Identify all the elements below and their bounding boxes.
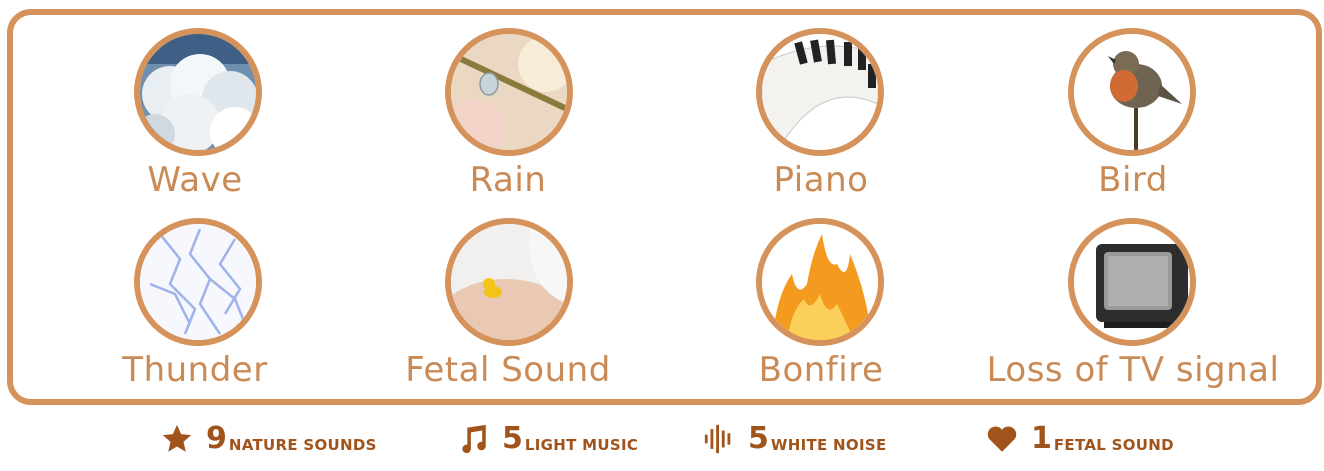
sound-label-thunder: Thunder <box>122 350 268 390</box>
bonfire-image[interactable] <box>756 218 884 346</box>
stat-count: 5 <box>502 421 523 456</box>
sound-label-rain: Rain <box>469 160 547 200</box>
stat-count: 5 <box>748 421 769 456</box>
sound-label-bird: Bird <box>1098 160 1168 200</box>
music-note-icon <box>462 424 486 454</box>
sound-label-wave: Wave <box>147 160 243 200</box>
stat-text: FETAL SOUND <box>1053 436 1174 454</box>
stat-text: WHITE NOISE <box>770 436 887 454</box>
thunder-image[interactable] <box>134 218 262 346</box>
stat-fetal-sound: 1 FETAL SOUND <box>985 416 1174 456</box>
tv-signal-image[interactable] <box>1068 218 1196 346</box>
sound-label-fetal-sound: Fetal Sound <box>405 350 611 390</box>
stat-text: NATURE SOUNDS <box>228 436 377 454</box>
stat-nature-sounds: 9 NATURE SOUNDS <box>160 416 377 456</box>
sound-wave-icon <box>704 424 731 454</box>
wave-image[interactable] <box>134 28 262 156</box>
fetal-sound-image[interactable] <box>445 218 573 346</box>
sound-label-bonfire: Bonfire <box>758 350 884 390</box>
piano-image[interactable] <box>756 28 884 156</box>
stat-count: 1 <box>1031 421 1052 456</box>
stat-light-music: 5 LIGHT MUSIC <box>456 416 638 456</box>
stat-count: 9 <box>206 421 227 456</box>
star-icon <box>162 424 192 452</box>
stat-text: LIGHT MUSIC <box>524 436 639 454</box>
heart-icon <box>987 426 1017 452</box>
stats-bar: 9 NATURE SOUNDS 5 LIGHT MUSIC 5 WHITE NO… <box>0 416 1324 466</box>
rain-image[interactable] <box>445 28 573 156</box>
stat-white-noise: 5 WHITE NOISE <box>702 416 887 456</box>
sound-label-loss-of-tv-signal: Loss of TV signal <box>986 350 1280 390</box>
bird-image[interactable] <box>1068 28 1196 156</box>
sound-grid: Wave Rain Piano Bird Thunder Fetal Sound… <box>0 0 1324 400</box>
sound-label-piano: Piano <box>773 160 869 200</box>
